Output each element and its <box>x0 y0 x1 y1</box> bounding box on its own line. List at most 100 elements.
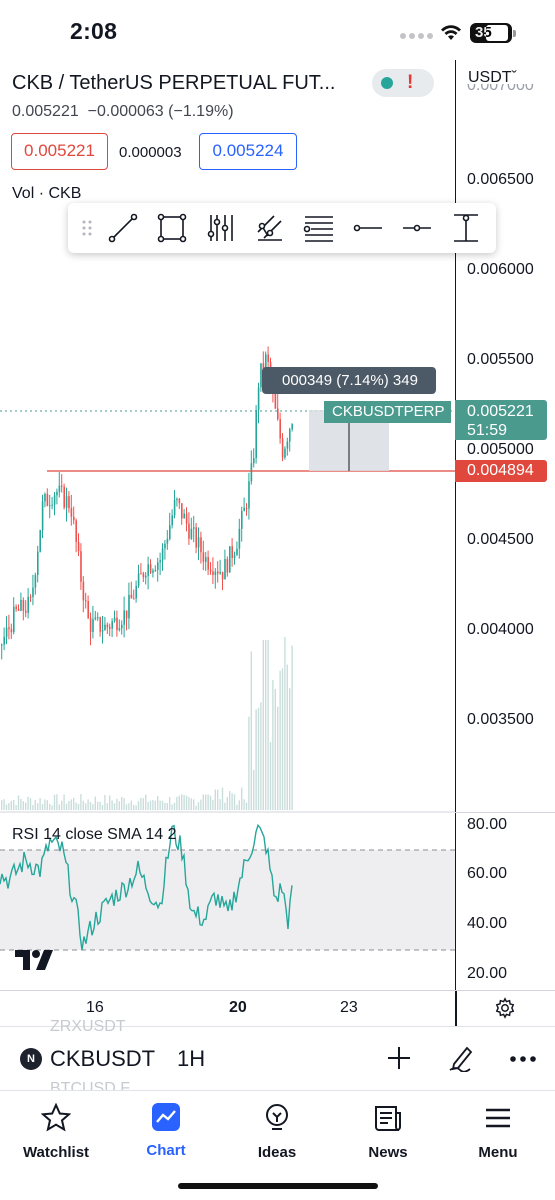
candle <box>121 624 123 629</box>
candle <box>73 516 75 521</box>
price-tick: 0.006000 <box>467 261 534 278</box>
volume-bar <box>27 796 29 810</box>
volume-bar <box>1 800 3 810</box>
volume-bar <box>202 794 204 810</box>
fib-icon[interactable] <box>196 208 245 248</box>
candle <box>37 551 39 576</box>
signal-icon <box>400 33 433 39</box>
candle <box>39 530 41 552</box>
rsi-indicator-label[interactable]: RSI 14 close SMA 14 2 <box>12 826 177 844</box>
tab-ideas[interactable]: Ideas <box>227 1103 327 1161</box>
currency-select[interactable]: USDTˇ <box>468 69 517 87</box>
news-icon <box>375 1106 401 1131</box>
tab-menu[interactable]: Menu <box>448 1103 548 1161</box>
candle <box>250 463 253 482</box>
tab-chart[interactable]: Chart <box>116 1103 216 1159</box>
volume-bar <box>49 803 51 810</box>
price-tick: 0.005500 <box>467 351 534 368</box>
exchange-logo-icon: N <box>20 1048 42 1070</box>
current-price: 0.005221 <box>12 103 79 120</box>
candle <box>77 542 80 552</box>
candle <box>169 525 171 539</box>
candle <box>243 507 245 512</box>
candle <box>267 354 269 362</box>
volume-indicator-label[interactable]: Vol · CKB <box>12 185 81 203</box>
change-value: −0.000063 (−1.19%) <box>87 103 234 120</box>
candle <box>178 498 181 504</box>
volume-bar <box>255 709 257 810</box>
time-tick: 23 <box>340 999 358 1016</box>
volume-bar <box>32 805 34 810</box>
drag-handle-icon[interactable] <box>76 208 98 248</box>
candle <box>109 627 111 629</box>
volume-bar <box>51 805 53 810</box>
candle <box>135 585 137 599</box>
interval-selector[interactable]: 1H <box>177 1046 205 1072</box>
volume-bar <box>68 800 70 810</box>
volume-bar <box>197 802 200 810</box>
volume-bar <box>291 645 293 810</box>
candle <box>209 569 212 572</box>
volume-bar <box>111 800 113 810</box>
volume-bar <box>29 798 32 810</box>
price-range-icon[interactable] <box>441 208 490 248</box>
price-change: 0.005221 −0.000063 (−1.19%) <box>12 103 234 121</box>
horizontal-line-icon[interactable] <box>392 208 441 248</box>
candle <box>279 419 281 439</box>
candle <box>68 496 70 509</box>
volume-bar <box>140 797 142 810</box>
add-icon[interactable] <box>387 1046 411 1070</box>
volume-bar <box>145 794 147 810</box>
horizontal-ray-icon[interactable] <box>343 208 392 248</box>
volume-bar <box>15 805 17 810</box>
volume-bar <box>226 797 228 810</box>
volume-bar <box>157 795 159 810</box>
volume-bar <box>149 800 152 810</box>
pitchfork-icon[interactable] <box>245 208 294 248</box>
candle <box>221 571 224 580</box>
candle <box>257 387 260 411</box>
candle <box>85 600 87 602</box>
candle <box>49 505 51 507</box>
gear-icon[interactable] <box>494 997 516 1019</box>
candle <box>245 507 248 509</box>
volume-bar <box>289 688 291 810</box>
tab-watchlist[interactable]: Watchlist <box>6 1102 106 1161</box>
candle <box>32 587 34 597</box>
volume-bar <box>188 797 190 810</box>
volume-bar <box>281 668 284 810</box>
volume-bar <box>10 800 12 810</box>
candle <box>58 485 61 492</box>
draw-pen-icon[interactable] <box>448 1044 476 1072</box>
candle <box>63 486 65 508</box>
volume-bar <box>214 789 216 810</box>
candle <box>231 546 233 558</box>
more-icon[interactable] <box>510 1055 536 1063</box>
price-axis[interactable] <box>455 60 555 992</box>
tab-news[interactable]: News <box>338 1103 438 1161</box>
volume-bar <box>147 802 149 810</box>
candle <box>3 636 5 645</box>
home-indicator <box>178 1183 378 1189</box>
candle <box>281 438 284 458</box>
trend-line-icon[interactable] <box>98 208 147 248</box>
volume-bar <box>61 800 63 810</box>
channel-icon[interactable] <box>294 208 343 248</box>
last-price-tag: 0.005221 51:59 <box>455 400 547 440</box>
rectangle-icon[interactable] <box>147 208 196 248</box>
candle <box>116 617 118 631</box>
volume-bar <box>113 803 116 810</box>
candle <box>286 441 289 449</box>
symbol-title[interactable]: CKB / TetherUS PERPETUAL FUT... <box>12 72 335 95</box>
volume-bar <box>99 801 101 810</box>
symbol-selector[interactable]: CKBUSDT <box>50 1046 155 1072</box>
status-time: 2:08 <box>70 18 118 44</box>
volume-bar <box>39 797 41 810</box>
volume-bar <box>118 801 120 810</box>
sell-button[interactable]: 0.005221 <box>11 133 108 170</box>
market-status-pill[interactable]: ! <box>372 69 434 97</box>
volume-bar <box>77 803 80 810</box>
volume-bar <box>3 799 5 810</box>
volume-bar <box>128 803 130 810</box>
buy-button[interactable]: 0.005224 <box>199 133 297 170</box>
